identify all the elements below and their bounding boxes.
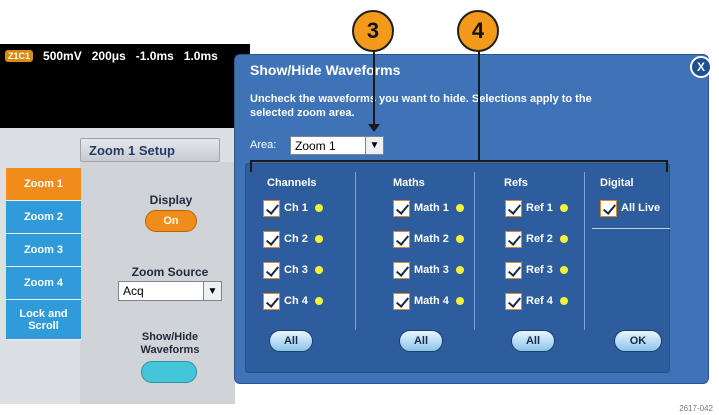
checkbox-icon[interactable] — [505, 292, 522, 310]
checkbox-icon[interactable] — [505, 230, 522, 248]
callout-3-leader — [373, 48, 375, 130]
callout-3-arrow-icon — [368, 124, 380, 132]
volts-per-div: 500mV — [43, 49, 82, 63]
channels-all-button[interactable]: All — [269, 330, 313, 352]
zoom-source-value: Acq — [123, 284, 144, 298]
column-divider — [355, 172, 356, 330]
show-hide-label: Show/Hide Waveforms — [140, 331, 200, 356]
refs-heading: Refs — [504, 177, 528, 189]
checkbox-icon[interactable] — [505, 199, 522, 217]
close-button[interactable]: X — [690, 56, 712, 78]
column-divider — [474, 172, 475, 330]
display-label: Display — [149, 193, 193, 207]
horizontal-position: -1.0ms — [135, 49, 174, 63]
tab-lock-and-scroll[interactable]: Lock and Scroll — [6, 300, 81, 340]
indicator-dot-icon — [559, 297, 568, 305]
checkbox-ref3[interactable]: Ref 3 — [505, 261, 568, 279]
show-hide-waveforms-button[interactable] — [141, 361, 197, 383]
maths-heading: Maths — [393, 177, 425, 189]
zoom-time: 1.0ms — [183, 49, 218, 63]
tab-zoom-2[interactable]: Zoom 2 — [6, 201, 81, 234]
checkbox-icon[interactable] — [393, 292, 410, 310]
digital-heading: Digital — [600, 177, 634, 189]
indicator-dot-icon — [559, 235, 568, 243]
area-value: Zoom 1 — [295, 138, 336, 153]
checkbox-icon[interactable] — [393, 230, 410, 248]
checkbox-math2[interactable]: Math 2 — [393, 230, 464, 248]
indicator-dot-icon — [559, 266, 568, 274]
maths-all-button[interactable]: All — [399, 330, 443, 352]
checkbox-ref2[interactable]: Ref 2 — [505, 230, 568, 248]
checkbox-ch3[interactable]: Ch 3 — [263, 261, 323, 279]
display-toggle[interactable]: On — [145, 210, 197, 232]
callout-4-bracket — [250, 160, 668, 162]
figure-code: 2617-042 — [679, 404, 713, 413]
indicator-dot-icon — [455, 235, 464, 243]
tab-zoom-1[interactable]: Zoom 1 — [6, 168, 81, 201]
dialog-instructions: Uncheck the waveforms you want to hide. … — [250, 93, 592, 119]
area-select[interactable]: Zoom 1 ▼ — [290, 136, 384, 155]
indicator-dot-icon — [314, 297, 323, 305]
timebase: 200μs — [91, 49, 126, 63]
chevron-down-icon[interactable]: ▼ — [365, 137, 383, 154]
tab-zoom-3[interactable]: Zoom 3 — [6, 234, 81, 267]
indicator-dot-icon — [314, 266, 323, 274]
zoom-setup-title: Zoom 1 Setup — [80, 138, 220, 162]
checkbox-icon[interactable] — [263, 261, 280, 279]
callout-4-bracket-left — [250, 160, 252, 172]
indicator-dot-icon — [455, 266, 464, 274]
refs-all-button[interactable]: All — [511, 330, 555, 352]
indicator-dot-icon — [314, 204, 323, 212]
chevron-down-icon[interactable]: ▼ — [203, 282, 221, 300]
callout-4-bracket-right — [666, 160, 668, 172]
checkbox-icon[interactable] — [263, 230, 280, 248]
dialog-title: Show/Hide Waveforms — [250, 62, 401, 78]
indicator-dot-icon — [455, 297, 464, 305]
checkbox-icon[interactable] — [393, 199, 410, 217]
digital-divider — [592, 228, 670, 229]
indicator-dot-icon — [559, 204, 568, 212]
scope-status-bar: Z1C1 500mV 200μs -1.0ms 1.0ms — [5, 47, 218, 65]
checkbox-math4[interactable]: Math 4 — [393, 292, 464, 310]
checkbox-ref4[interactable]: Ref 4 — [505, 292, 568, 310]
checkbox-ch4[interactable]: Ch 4 — [263, 292, 323, 310]
zoom-source-select[interactable]: Acq ▼ — [118, 281, 222, 301]
callout-4-leader — [478, 48, 480, 160]
callout-4: 4 — [457, 10, 499, 52]
channels-heading: Channels — [267, 177, 317, 189]
zoom-source-label: Zoom Source — [131, 265, 209, 279]
checkbox-all-live[interactable]: All Live — [600, 199, 660, 217]
tab-zoom-4[interactable]: Zoom 4 — [6, 267, 81, 300]
checkbox-icon[interactable] — [263, 292, 280, 310]
area-label: Area: — [250, 139, 277, 151]
checkbox-ref1[interactable]: Ref 1 — [505, 199, 568, 217]
checkbox-math3[interactable]: Math 3 — [393, 261, 464, 279]
checkbox-icon[interactable] — [600, 199, 617, 217]
checkbox-icon[interactable] — [505, 261, 522, 279]
checkbox-ch1[interactable]: Ch 1 — [263, 199, 323, 217]
indicator-dot-icon — [455, 204, 464, 212]
channel-badge[interactable]: Z1C1 — [5, 50, 34, 62]
checkbox-icon[interactable] — [393, 261, 410, 279]
callout-3: 3 — [352, 10, 394, 52]
indicator-dot-icon — [314, 235, 323, 243]
checkbox-math1[interactable]: Math 1 — [393, 199, 464, 217]
column-divider — [584, 172, 585, 330]
ok-button[interactable]: OK — [614, 330, 662, 352]
checkbox-icon[interactable] — [263, 199, 280, 217]
checkbox-ch2[interactable]: Ch 2 — [263, 230, 323, 248]
